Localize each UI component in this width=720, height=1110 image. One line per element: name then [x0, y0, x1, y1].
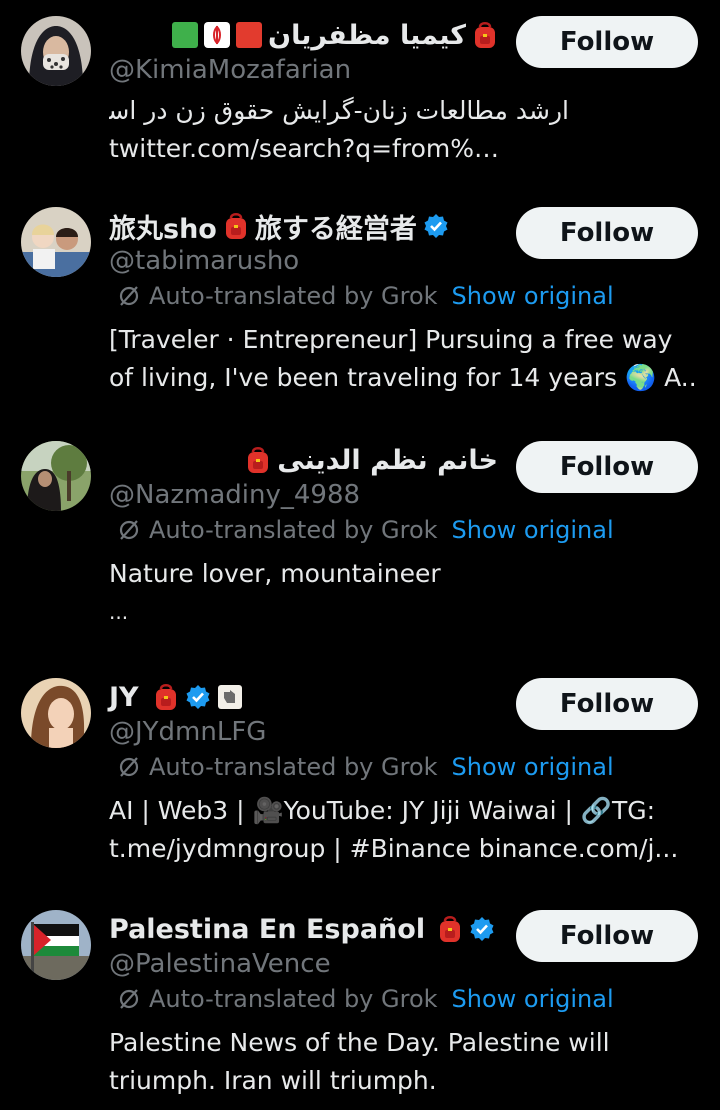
user-bio-line: triumph. Iran will triumph.	[109, 1066, 437, 1095]
backpack-icon	[245, 445, 271, 475]
user-bio-line: AI | Web3 | 🎥YouTube: JY Jiji Waiwai | 🔗…	[109, 796, 656, 825]
show-original-link[interactable]: Show original	[452, 278, 614, 314]
follow-button[interactable]: Follow	[516, 678, 698, 730]
translate-icon	[117, 284, 141, 308]
verified-badge-icon	[469, 916, 495, 942]
grok-translation-row: Auto-translated by Grok Show original	[109, 511, 698, 549]
avatar-image	[21, 910, 91, 980]
display-name: Palestina En Español	[109, 913, 426, 945]
user-bio-line: Nature lover, mountaineer	[109, 559, 441, 588]
avatar[interactable]	[21, 678, 91, 748]
show-original-link[interactable]: Show original	[452, 981, 614, 1017]
hand-icon	[217, 684, 243, 710]
display-name: کیمیا مظفریان	[268, 19, 466, 51]
grok-translation-row: Auto-translated by Grok Show original	[109, 748, 698, 786]
display-name: JY	[109, 681, 139, 713]
verified-badge-icon	[185, 684, 211, 710]
backpack-icon	[437, 914, 463, 944]
who-to-follow-list: کیمیا مظفریان @KimiaMozafarian ارشد مطال…	[0, 0, 720, 1110]
auto-translated-label: Auto-translated by Grok	[149, 282, 438, 310]
iran-emblem-icon	[204, 22, 231, 48]
translate-icon	[117, 518, 141, 542]
grok-translation-row: Auto-translated by Grok Show original	[109, 277, 698, 315]
translate-icon	[117, 987, 141, 1011]
user-bio-line[interactable]: twitter.com/search?q=from%…	[109, 130, 698, 168]
avatar[interactable]	[21, 207, 91, 277]
avatar-image	[21, 16, 91, 86]
translate-icon	[117, 755, 141, 779]
avatar-image	[21, 207, 91, 277]
user-card[interactable]: 旅丸sho 旅する経営者 @tabimarusho Auto-translate…	[0, 207, 720, 407]
show-original-link[interactable]: Show original	[452, 749, 614, 785]
display-name: 旅丸sho	[109, 213, 217, 245]
grok-translation-row: Auto-translated by Grok Show original	[109, 980, 698, 1018]
avatar[interactable]	[21, 441, 91, 511]
user-card[interactable]: JY @JYdmnLFG Auto-translated by Grok Sho…	[0, 678, 720, 878]
backpack-icon	[472, 20, 498, 50]
user-card[interactable]: کیمیا مظفریان @KimiaMozafarian ارشد مطال…	[0, 16, 720, 186]
user-bio-line: of living, I've been traveling for 14 ye…	[109, 363, 698, 392]
show-original-link[interactable]: Show original	[452, 512, 614, 548]
follow-button[interactable]: Follow	[516, 207, 698, 259]
auto-translated-label: Auto-translated by Grok	[149, 753, 438, 781]
follow-button[interactable]: Follow	[516, 441, 698, 493]
user-bio-line[interactable]: t.me/jydmngroup | #Binance binance.com/j…	[109, 830, 698, 868]
user-bio-line: Palestine News of the Day. Palestine wil…	[109, 1028, 610, 1057]
auto-translated-label: Auto-translated by Grok	[149, 985, 438, 1013]
verified-badge-icon	[423, 213, 449, 239]
user-bio-line: ...	[109, 600, 129, 624]
user-card[interactable]: Palestina En Español @PalestinaVence Aut…	[0, 910, 720, 1110]
avatar[interactable]	[21, 910, 91, 980]
user-card[interactable]: خانم نظم الدینی @Nazmadiny_4988 Auto-tra…	[0, 441, 720, 641]
backpack-icon	[223, 211, 249, 241]
avatar-image	[21, 678, 91, 748]
display-name: 旅する経営者	[254, 213, 417, 245]
follow-button[interactable]: Follow	[516, 16, 698, 68]
backpack-icon	[153, 682, 179, 712]
display-name: خانم نظم الدینی	[277, 444, 498, 476]
user-bio-line: [Traveler · Entrepreneur] Pursuing a fre…	[109, 325, 673, 354]
user-bio-line: ارشد مطالعات زنان-گرایش حقوق زن در اسلام	[109, 96, 569, 125]
avatar-image	[21, 441, 91, 511]
red-square-icon	[236, 22, 263, 48]
auto-translated-label: Auto-translated by Grok	[149, 516, 438, 544]
avatar[interactable]	[21, 16, 91, 86]
green-square-icon	[172, 22, 199, 48]
follow-button[interactable]: Follow	[516, 910, 698, 962]
